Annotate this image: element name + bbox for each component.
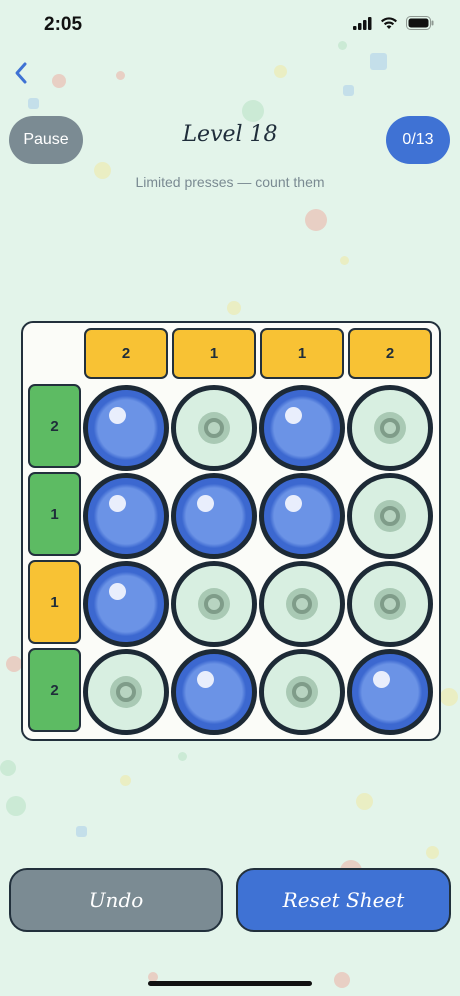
cell-off[interactable] — [347, 561, 433, 647]
cell-on[interactable] — [83, 473, 169, 559]
confetti-dot — [227, 301, 241, 315]
cell-off[interactable] — [259, 561, 345, 647]
cell-ring-icon — [374, 412, 406, 444]
undo-button[interactable]: Undo — [9, 868, 223, 932]
confetti-dot — [340, 256, 349, 265]
signal-icon — [353, 16, 372, 30]
cell-off[interactable] — [83, 649, 169, 735]
column-target: 1 — [172, 328, 256, 379]
home-indicator — [148, 981, 312, 986]
confetti-square — [343, 85, 354, 96]
reset-sheet-button[interactable]: Reset Sheet — [236, 868, 451, 932]
cell-on[interactable] — [171, 473, 257, 559]
cell-shine — [109, 583, 126, 600]
cell-ring-icon — [374, 588, 406, 620]
cell-ring-icon — [286, 588, 318, 620]
confetti-dot — [426, 846, 439, 859]
row-target: 2 — [28, 648, 81, 732]
cell-off[interactable] — [171, 561, 257, 647]
confetti-dot — [334, 972, 350, 988]
column-target: 2 — [348, 328, 432, 379]
cell-ring-icon — [374, 500, 406, 532]
confetti-dot — [6, 656, 22, 672]
battery-icon — [406, 16, 434, 30]
confetti-dot — [305, 209, 327, 231]
confetti-dot — [6, 796, 26, 816]
cell-ring-icon — [198, 412, 230, 444]
column-target: 2 — [84, 328, 168, 379]
confetti-square — [76, 826, 87, 837]
cell-shine — [109, 495, 126, 512]
cell-on[interactable] — [83, 561, 169, 647]
status-time: 2:05 — [44, 14, 83, 35]
confetti-dot — [120, 775, 131, 786]
cell-shine — [197, 495, 214, 512]
cell-off[interactable] — [171, 385, 257, 471]
row-target: 1 — [28, 560, 81, 644]
cell-ring-icon — [198, 588, 230, 620]
status-icons — [353, 16, 434, 30]
cell-shine — [285, 407, 302, 424]
cell-off[interactable] — [347, 385, 433, 471]
cell-shine — [197, 671, 214, 688]
press-counter: 0/13 — [386, 116, 450, 164]
back-chevron-icon — [15, 62, 27, 84]
cell-shine — [373, 671, 390, 688]
wifi-icon — [381, 17, 397, 29]
confetti-square — [28, 98, 39, 109]
level-hint: Limited presses — count them — [135, 174, 325, 190]
cell-off[interactable] — [347, 473, 433, 559]
row-target: 2 — [28, 384, 81, 468]
cell-on[interactable] — [83, 385, 169, 471]
cell-off[interactable] — [259, 649, 345, 735]
back-button[interactable] — [10, 58, 36, 88]
row-target: 1 — [28, 472, 81, 556]
cell-on[interactable] — [259, 385, 345, 471]
confetti-dot — [242, 100, 264, 122]
confetti-dot — [0, 760, 16, 776]
confetti-dot — [274, 65, 287, 78]
cell-on[interactable] — [347, 649, 433, 735]
confetti-dot — [356, 793, 373, 810]
confetti-dot — [116, 71, 125, 80]
cell-on[interactable] — [171, 649, 257, 735]
status-bar: 2:05 — [0, 0, 460, 52]
cell-on[interactable] — [259, 473, 345, 559]
column-target: 1 — [260, 328, 344, 379]
cell-ring-icon — [110, 676, 142, 708]
cell-shine — [109, 407, 126, 424]
confetti-dot — [178, 752, 187, 761]
confetti-dot — [52, 74, 66, 88]
cell-ring-icon — [286, 676, 318, 708]
cell-shine — [285, 495, 302, 512]
confetti-square — [370, 53, 387, 70]
confetti-dot — [440, 688, 458, 706]
